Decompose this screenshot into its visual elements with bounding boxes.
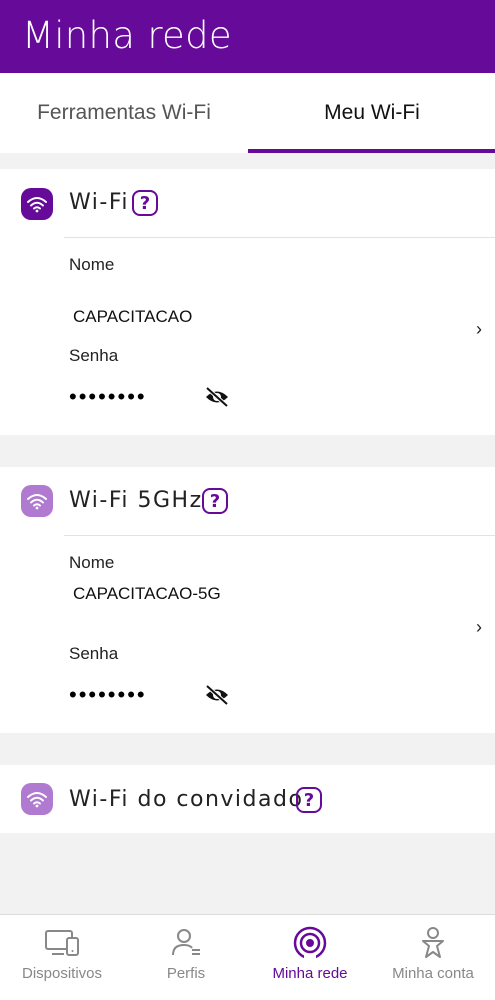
wifi-card: Wi-Fi ? Nome CAPACITACAO Senha •••••••• …	[0, 169, 495, 435]
network-name: CAPACITACAO	[73, 307, 193, 326]
help-icon[interactable]: ?	[132, 190, 158, 216]
account-icon	[415, 925, 451, 961]
password-label: Senha	[69, 346, 119, 365]
nav-label: Perfis	[166, 965, 206, 982]
help-icon[interactable]: ?	[202, 488, 228, 514]
tab-bar: Ferramentas Wi-Fi Meu Wi-Fi	[0, 73, 495, 153]
password-label: Senha	[69, 644, 119, 663]
name-label: Nome	[69, 255, 115, 274]
devices-icon	[44, 925, 80, 961]
bottom-nav: Dispositivos Perfis Minha rede Minha con…	[0, 914, 495, 1000]
tab-meu-wifi[interactable]: Meu Wi-Fi	[248, 73, 495, 153]
nav-perfis[interactable]: Perfis	[124, 915, 248, 1000]
profile-icon	[168, 925, 204, 961]
app-header: Minha rede	[0, 0, 495, 73]
nav-minha-rede[interactable]: Minha rede	[248, 915, 372, 1000]
nav-dispositivos[interactable]: Dispositivos	[0, 915, 124, 1000]
help-icon[interactable]: ?	[296, 787, 322, 813]
chevron-right-icon[interactable]: ›	[476, 319, 482, 340]
network-name: CAPACITACAO-5G	[73, 584, 221, 603]
chevron-right-icon[interactable]: ›	[476, 617, 482, 638]
guest-wifi-title: Wi-Fi do convidado	[69, 787, 304, 812]
wifi-5ghz-card: Wi-Fi 5GHz ? Nome CAPACITACAO-5G Senha •…	[0, 467, 495, 733]
eye-off-icon[interactable]	[204, 684, 230, 706]
nav-label: Minha rede	[272, 965, 348, 982]
nav-label: Minha conta	[392, 965, 474, 982]
wifi-icon	[21, 485, 53, 517]
page-title: Minha rede	[22, 14, 232, 57]
eye-off-icon[interactable]	[204, 386, 230, 408]
network-icon	[292, 925, 328, 961]
divider	[64, 535, 495, 536]
wifi-icon	[21, 783, 53, 815]
wifi-icon	[21, 188, 53, 220]
nav-label: Dispositivos	[21, 965, 103, 982]
name-label: Nome	[69, 553, 115, 572]
password-mask: ••••••••	[69, 682, 147, 707]
nav-minha-conta[interactable]: Minha conta	[371, 915, 495, 1000]
password-mask: ••••••••	[69, 384, 147, 409]
wifi-5ghz-title: Wi-Fi 5GHz	[69, 488, 203, 513]
wifi-title: Wi-Fi	[69, 190, 129, 215]
active-tab-indicator	[248, 149, 495, 153]
tab-ferramentas-wifi[interactable]: Ferramentas Wi-Fi	[0, 73, 248, 153]
divider	[64, 237, 495, 238]
guest-wifi-card[interactable]: Wi-Fi do convidado ?	[0, 765, 495, 833]
